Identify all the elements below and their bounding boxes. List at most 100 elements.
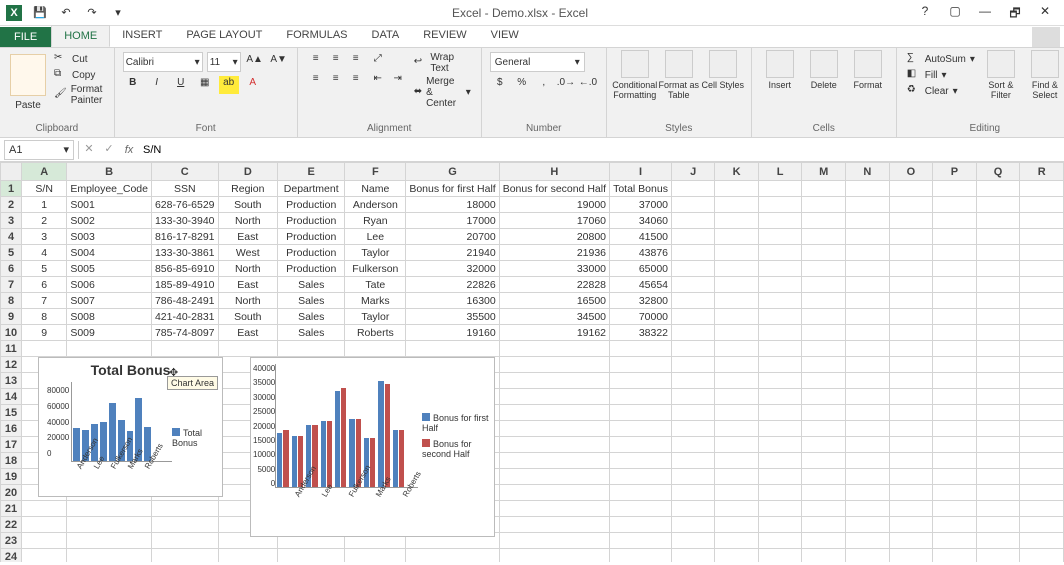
col-header-H[interactable]: H: [499, 163, 609, 181]
cell-A2[interactable]: 1: [22, 197, 67, 213]
chart-bar[interactable]: [378, 381, 383, 488]
cell-N22[interactable]: [846, 517, 890, 533]
cell-O21[interactable]: [889, 501, 933, 517]
cell-C7[interactable]: 185-89-4910: [151, 277, 218, 293]
chart-bar[interactable]: [321, 421, 326, 487]
cell-A23[interactable]: [22, 533, 67, 549]
cell-G8[interactable]: 16300: [406, 293, 499, 309]
cell-Q17[interactable]: [976, 437, 1020, 453]
cell-H5[interactable]: 21936: [499, 245, 609, 261]
cell-R7[interactable]: [1020, 277, 1064, 293]
cell-P24[interactable]: [933, 549, 976, 563]
cell-I10[interactable]: 38322: [610, 325, 672, 341]
cell-O17[interactable]: [889, 437, 933, 453]
cell-Q5[interactable]: [976, 245, 1020, 261]
chart-bar[interactable]: [312, 425, 317, 487]
cell-K1[interactable]: [715, 181, 759, 197]
cell-O24[interactable]: [889, 549, 933, 563]
cell-D5[interactable]: West: [218, 245, 278, 261]
row-header-11[interactable]: 11: [1, 341, 22, 357]
cell-P6[interactable]: [933, 261, 976, 277]
cell-P21[interactable]: [933, 501, 976, 517]
chart-bar[interactable]: [109, 403, 116, 462]
chart-bar[interactable]: [292, 436, 297, 487]
cell-M5[interactable]: [802, 245, 846, 261]
conditional-formatting-button[interactable]: Conditional Formatting: [613, 50, 657, 123]
cell-R23[interactable]: [1020, 533, 1064, 549]
cell-N5[interactable]: [846, 245, 890, 261]
row-header-7[interactable]: 7: [1, 277, 22, 293]
comma-icon[interactable]: ,: [534, 76, 554, 94]
underline-button[interactable]: U: [171, 76, 191, 94]
row-header-4[interactable]: 4: [1, 229, 22, 245]
cell-M20[interactable]: [802, 485, 846, 501]
cell-J20[interactable]: [672, 485, 715, 501]
cell-N9[interactable]: [846, 309, 890, 325]
cell-H16[interactable]: [499, 421, 609, 437]
cell-Q9[interactable]: [976, 309, 1020, 325]
cell-P13[interactable]: [933, 373, 976, 389]
border-button[interactable]: ▦: [195, 76, 215, 94]
cell-O10[interactable]: [889, 325, 933, 341]
cell-I7[interactable]: 45654: [610, 277, 672, 293]
cell-J4[interactable]: [672, 229, 715, 245]
cell-Q10[interactable]: [976, 325, 1020, 341]
cell-P1[interactable]: [933, 181, 976, 197]
col-header-G[interactable]: G: [406, 163, 499, 181]
row-header-24[interactable]: 24: [1, 549, 22, 563]
cell-P2[interactable]: [933, 197, 976, 213]
row-header-19[interactable]: 19: [1, 469, 22, 485]
col-header-I[interactable]: I: [610, 163, 672, 181]
cell-N23[interactable]: [846, 533, 890, 549]
align-right-icon[interactable]: ≡: [346, 72, 366, 90]
cell-A8[interactable]: 7: [22, 293, 67, 309]
cell-M2[interactable]: [802, 197, 846, 213]
cell-L10[interactable]: [758, 325, 801, 341]
col-header-N[interactable]: N: [846, 163, 890, 181]
col-header-J[interactable]: J: [672, 163, 715, 181]
cell-B22[interactable]: [67, 517, 152, 533]
cell-M6[interactable]: [802, 261, 846, 277]
cell-M15[interactable]: [802, 405, 846, 421]
cell-J3[interactable]: [672, 213, 715, 229]
cell-I15[interactable]: [610, 405, 672, 421]
cell-Q2[interactable]: [976, 197, 1020, 213]
cell-R15[interactable]: [1020, 405, 1064, 421]
col-header-L[interactable]: L: [758, 163, 801, 181]
tab-home[interactable]: HOME: [51, 25, 110, 47]
cell-G7[interactable]: 22826: [406, 277, 499, 293]
cell-I13[interactable]: [610, 373, 672, 389]
col-header-C[interactable]: C: [151, 163, 218, 181]
cell-R20[interactable]: [1020, 485, 1064, 501]
cell-K11[interactable]: [715, 341, 759, 357]
cell-M1[interactable]: [802, 181, 846, 197]
cell-R5[interactable]: [1020, 245, 1064, 261]
cell-A24[interactable]: [22, 549, 67, 563]
fill-button[interactable]: ◧Fill ▾: [905, 68, 977, 82]
cell-D2[interactable]: South: [218, 197, 278, 213]
cell-L15[interactable]: [758, 405, 801, 421]
row-header-16[interactable]: 16: [1, 421, 22, 437]
col-header-M[interactable]: M: [802, 163, 846, 181]
cell-G6[interactable]: 32000: [406, 261, 499, 277]
cell-O19[interactable]: [889, 469, 933, 485]
cell-R10[interactable]: [1020, 325, 1064, 341]
cell-L24[interactable]: [758, 549, 801, 563]
cell-R11[interactable]: [1020, 341, 1064, 357]
cell-A7[interactable]: 6: [22, 277, 67, 293]
cell-F3[interactable]: Ryan: [345, 213, 406, 229]
cell-O20[interactable]: [889, 485, 933, 501]
cell-I9[interactable]: 70000: [610, 309, 672, 325]
cell-N15[interactable]: [846, 405, 890, 421]
cell-Q14[interactable]: [976, 389, 1020, 405]
cell-R14[interactable]: [1020, 389, 1064, 405]
cell-H15[interactable]: [499, 405, 609, 421]
cell-M22[interactable]: [802, 517, 846, 533]
cell-O2[interactable]: [889, 197, 933, 213]
cell-J13[interactable]: [672, 373, 715, 389]
cell-E6[interactable]: Production: [278, 261, 345, 277]
cell-N7[interactable]: [846, 277, 890, 293]
paste-button[interactable]: Paste: [8, 100, 48, 111]
cell-E10[interactable]: Sales: [278, 325, 345, 341]
cell-P15[interactable]: [933, 405, 976, 421]
